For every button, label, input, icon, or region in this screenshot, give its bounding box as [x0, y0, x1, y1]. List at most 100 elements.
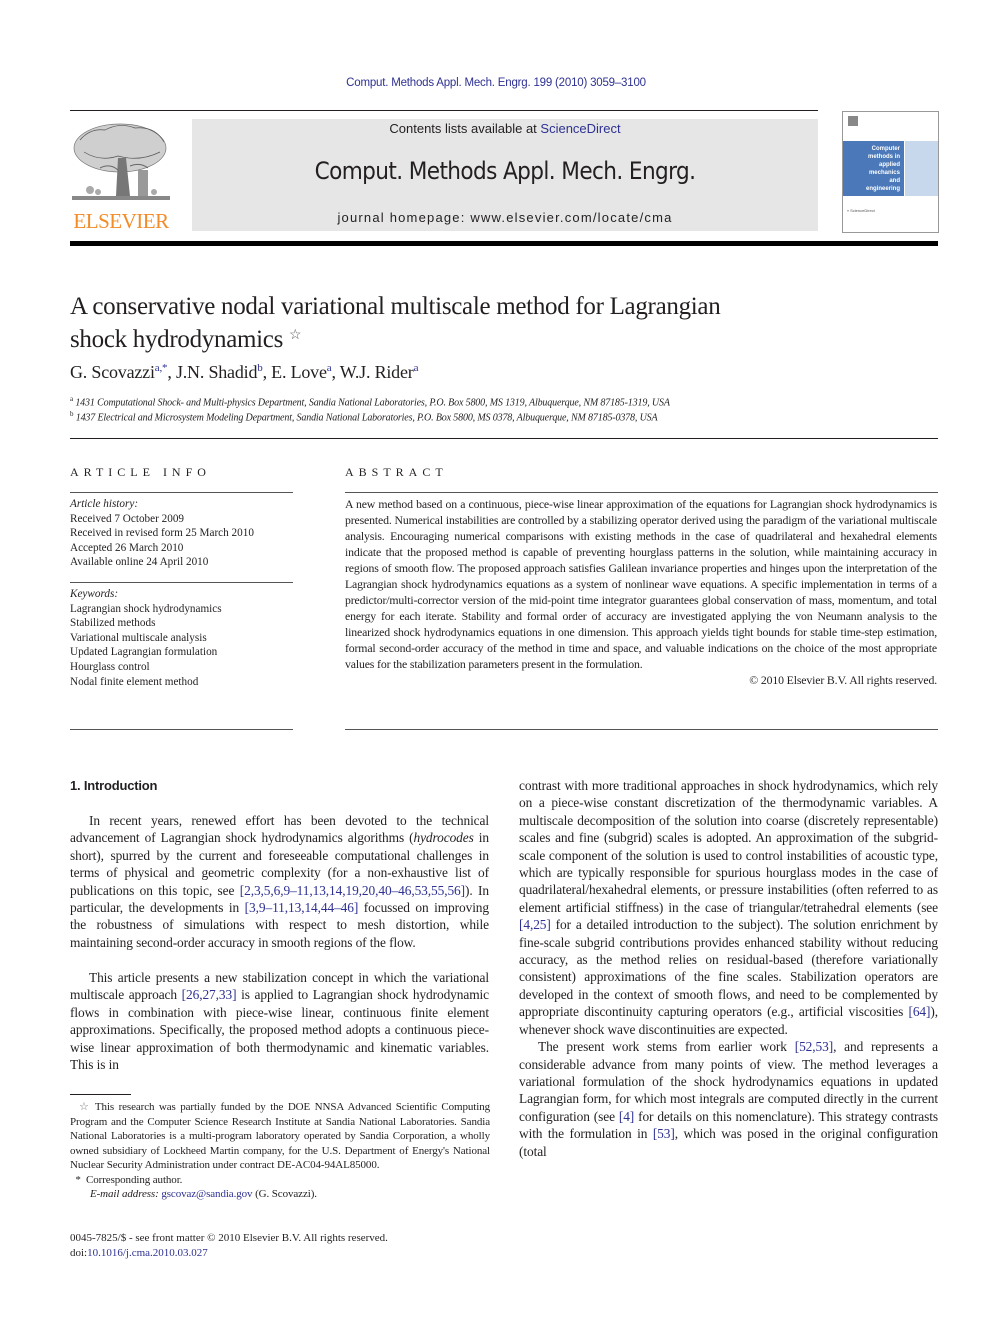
cover-title-block: Computer methods in applied mechanics an… [843, 141, 904, 196]
article-info-rule [70, 492, 293, 493]
homepage-prefix: journal homepage: [337, 210, 471, 225]
citation-link[interactable]: [52,53] [795, 1039, 833, 1054]
header-rule [70, 110, 818, 111]
affiliation-b: b 1437 Electrical and Microsystem Modeli… [70, 410, 658, 423]
citation-link[interactable]: [4] [619, 1109, 634, 1124]
elsevier-logo[interactable]: ELSEVIER [70, 118, 172, 233]
abstract-heading: ABSTRACT [345, 465, 448, 479]
keyword-item: Updated Lagrangian formulation [70, 646, 218, 659]
journal-citation[interactable]: Comput. Methods Appl. Mech. Engrg. 199 (… [0, 77, 992, 89]
front-matter: 0045-7825/$ - see front matter © 2010 El… [70, 1231, 388, 1260]
journal-banner: Contents lists available at ScienceDirec… [192, 119, 818, 231]
author-name[interactable]: E. Love [271, 362, 327, 382]
abstract-body: A new method based on a continuous, piec… [345, 496, 937, 688]
author-name[interactable]: W.J. Rider [340, 362, 414, 382]
affiliation-text: 1431 Computational Shock- and Multi-phys… [75, 397, 670, 409]
abstract-text: A new method based on a continuous, piec… [345, 497, 937, 671]
author-list: G. Scovazzia,*, J.N. Shadidb, E. Lovea, … [70, 362, 419, 382]
abstract-rule [345, 492, 938, 493]
paragraph-3: The present work stems from earlier work… [519, 1038, 938, 1160]
citation-link[interactable]: [2,3,5,6,9–11,13,14,19,20,40–46,53,55,56… [240, 883, 465, 898]
journal-homepage: journal homepage: www.elsevier.com/locat… [192, 210, 818, 225]
funding-text: This research was partially funded by th… [70, 1101, 491, 1171]
citation-link[interactable]: [26,27,33] [182, 987, 237, 1002]
paragraph-1: In recent years, renewed effort has been… [70, 812, 489, 951]
history-item: Received in revised form 25 March 2010 [70, 527, 254, 540]
cover-line: and [889, 178, 900, 184]
cover-side-block [905, 141, 938, 196]
text-run: The present work stems from earlier work [538, 1039, 795, 1055]
corresponding-mark: * [75, 1173, 81, 1186]
keyword-item: Lagrangian shock hydrodynamics [70, 602, 222, 615]
elsevier-wordmark: ELSEVIER [73, 209, 169, 233]
history-item: Received 7 October 2009 [70, 512, 185, 525]
citation-link[interactable]: [53] [653, 1126, 675, 1141]
affiliation-rule [70, 438, 938, 439]
keyword-item: Stabilized methods [70, 617, 156, 630]
abstract-copyright: © 2010 Elsevier B.V. All rights reserved… [749, 673, 937, 687]
history-item: Available online 24 April 2010 [70, 556, 209, 569]
keywords-label: Keywords: [70, 588, 119, 600]
text-run: for a detailed introduction to the subje… [519, 917, 938, 1020]
keyword-item: Nodal finite element method [70, 675, 199, 688]
author-affiliation-mark[interactable]: b [257, 362, 263, 374]
title-line-2: shock hydrodynamics [70, 326, 284, 353]
cover-line: methods in [867, 154, 900, 160]
doi-label: doi: [70, 1246, 88, 1259]
contents-line: Contents lists available at ScienceDirec… [192, 121, 818, 136]
keyword-item: Variational multiscale analysis [70, 631, 207, 644]
cover-line: mechanics [868, 170, 900, 176]
cover-sciencedirect-mark: ▿ ScienceDirect [847, 208, 875, 213]
homepage-link[interactable]: www.elsevier.com/locate/cma [470, 210, 672, 225]
keywords-rule [70, 582, 293, 583]
title-line-1: A conservative nodal variational multisc… [70, 293, 721, 320]
doi-link[interactable]: 10.1016/j.cma.2010.03.027 [87, 1247, 208, 1259]
history-label: Article history: [70, 498, 139, 510]
title-footnote-star-icon[interactable]: ☆ [289, 328, 302, 343]
abstract-bottom-rule [345, 729, 938, 730]
history-item: Accepted 26 March 2010 [70, 541, 184, 554]
citation-link[interactable]: [3,9–11,13,14,44–46] [245, 900, 359, 915]
tree-logo-icon [72, 123, 170, 200]
email-link[interactable]: gscovaz@sandia.gov [161, 1188, 252, 1200]
corresponding-footnote: * Corresponding author. [70, 1173, 490, 1188]
text-run: contrast with more traditional approache… [519, 778, 938, 915]
funding-star-icon: ☆ [79, 1101, 91, 1113]
keywords: Keywords: Lagrangian shock hydrodynamics… [70, 587, 222, 689]
body-right-column: contrast with more traditional approache… [519, 777, 938, 1213]
keyword-item: Hourglass control [70, 660, 150, 673]
author-name[interactable]: G. Scovazzi [70, 362, 155, 382]
section-heading-introduction: 1. Introduction [70, 778, 158, 793]
article-title: A conservative nodal variational multisc… [70, 292, 830, 354]
author-affiliation-mark[interactable]: a,* [155, 362, 168, 374]
issn-line: 0045-7825/$ - see front matter © 2010 El… [70, 1232, 388, 1244]
cover-emblem-icon [848, 116, 858, 126]
citation-link[interactable]: [4,25] [519, 917, 551, 932]
paragraph-2-left: This article presents a new stabilizatio… [70, 969, 489, 1074]
paragraph-2-text: This article presents a new stabilizatio… [70, 969, 489, 1073]
cover-line: applied [878, 162, 900, 168]
author-name[interactable]: J.N. Shadid [176, 362, 258, 382]
affiliation-label: b [70, 410, 74, 418]
journal-title: Comput. Methods Appl. Mech. Engrg. [314, 157, 696, 185]
article-info-heading: ARTICLE INFO [70, 465, 211, 479]
corresponding-text: Corresponding author. [86, 1173, 183, 1186]
paragraph-2-continued: contrast with more traditional approache… [519, 777, 938, 1038]
cover-line: Computer [871, 146, 900, 152]
affiliation-label: a [70, 395, 73, 403]
article-info-bottom-rule [70, 729, 293, 730]
journal-cover-thumbnail[interactable]: Computer methods in applied mechanics an… [842, 111, 939, 233]
funding-footnote: ☆ This research was partially funded by … [70, 1100, 490, 1173]
contents-prefix: Contents lists available at [389, 121, 541, 136]
footnote-rule [70, 1094, 131, 1095]
author-affiliation-mark[interactable]: a [327, 362, 332, 374]
footnotes: ☆ This research was partially funded by … [70, 1100, 490, 1202]
citation-link[interactable]: [64] [908, 1004, 930, 1019]
sciencedirect-link[interactable]: ScienceDirect [540, 121, 620, 136]
header-thick-rule [70, 241, 938, 246]
author-affiliation-mark[interactable]: a [414, 362, 419, 374]
email-line: E-mail address: gscovaz@sandia.gov (G. S… [70, 1187, 490, 1202]
cover-line: engineering [865, 186, 900, 192]
email-suffix: (G. Scovazzi). [252, 1188, 317, 1200]
italic-term: hydrocodes [413, 830, 474, 846]
